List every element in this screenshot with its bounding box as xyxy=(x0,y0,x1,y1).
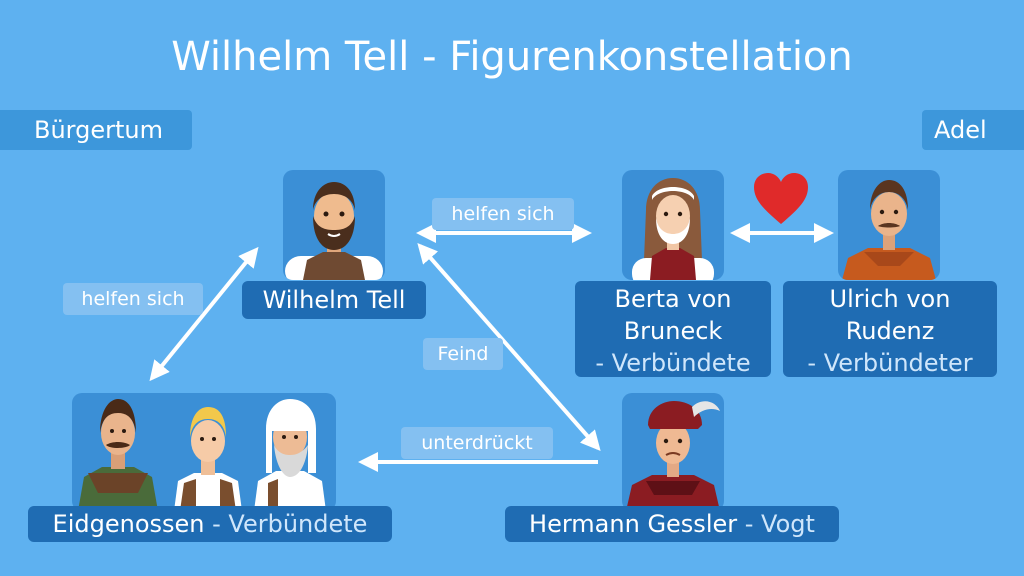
relation-label-tell-berta: helfen sich xyxy=(432,198,574,230)
relation-label-tell-eidgenossen: helfen sich xyxy=(63,283,203,315)
portrait-eidgenossen xyxy=(72,393,336,511)
label-berta: Berta von Bruneck - Verbündete xyxy=(575,281,771,377)
berta-role: - Verbündete xyxy=(595,349,751,377)
label-wilhelm-tell: Wilhelm Tell xyxy=(242,281,426,319)
gessler-role: - Vogt xyxy=(737,510,815,538)
label-gessler: Hermann Gessler - Vogt xyxy=(505,506,839,542)
relation-label-tell-gessler: Feind xyxy=(423,338,503,370)
wilhelm-tell-avatar xyxy=(285,182,383,280)
label-eidgenossen: Eidgenossen - Verbündete xyxy=(28,506,392,542)
portrait-wilhelm-tell xyxy=(283,170,385,280)
gessler-name: Hermann Gessler xyxy=(529,510,738,538)
gessler-avatar xyxy=(626,401,720,511)
heart-icon xyxy=(754,173,808,224)
berta-name-line2: Bruneck xyxy=(623,317,723,345)
eidgenossen-name: Eidgenossen xyxy=(52,510,205,538)
ulrich-name-line2: Rudenz xyxy=(845,317,935,345)
eidgenossen-role: - Verbündete xyxy=(204,510,368,538)
portrait-ulrich xyxy=(838,170,940,280)
wilhelm-tell-name: Wilhelm Tell xyxy=(262,286,406,314)
ulrich-name-line1: Ulrich von xyxy=(829,285,951,313)
ulrich-role: - Verbündeter xyxy=(807,349,973,377)
berta-name-line1: Berta von xyxy=(614,285,732,313)
relation-label-gessler-eidgenossen: unterdrückt xyxy=(401,427,553,459)
eidgenossen-avatar xyxy=(78,399,326,511)
label-ulrich: Ulrich von Rudenz - Verbündeter xyxy=(783,281,997,377)
portrait-berta xyxy=(622,170,724,280)
portrait-gessler xyxy=(622,393,724,511)
ulrich-avatar xyxy=(842,180,936,280)
berta-avatar xyxy=(632,178,714,280)
